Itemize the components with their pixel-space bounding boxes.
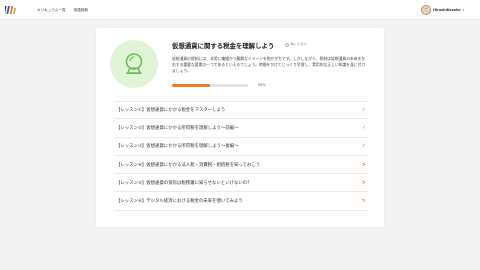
lesson-item-2[interactable]: 【レッスン②】仮想通貨にかかる所得税を理解しよう〜前編〜 ✓ [114,119,368,138]
lesson-list: 【レッスン①】仮想通貨にかかる税金をマスターしよう ✓ 【レッスン②】仮想通貨に… [114,101,368,211]
lesson-count-label: 6レッスン [290,42,308,46]
check-icon: ✓ [361,107,366,114]
course-description: 仮想通貨の税制には、非常に複雑かつ難解なイメージを抱かがちです。しかしながら、税… [172,56,366,73]
top-header: カリキュラム一覧 用語辞典 HiroshiKosaka ▾ [0,0,480,20]
chevron-down-icon: ▾ [462,8,464,12]
chevron-right-icon: > [361,179,366,186]
progress-bar [172,84,248,87]
lesson-item-4[interactable]: 【レッスン④】仮想通貨にかかる法人税・消費税・相続税を知っておこう > [114,156,368,175]
lesson-item-3[interactable]: 【レッスン③】仮想通貨にかかる所得税を理解しよう〜後編〜 ✓ [114,138,368,156]
check-icon: ✓ [361,124,366,131]
lesson-title: 【レッスン①】仮想通貨にかかる税金をマスターしよう [116,108,226,114]
brand-logo-icon[interactable] [5,5,18,15]
avatar [421,5,432,15]
progress-percent: 50% [258,83,266,87]
lesson-title: 【レッスン⑤】仮想通貨の保有は税務署に知らせないといけないの？ [116,180,252,186]
chevron-right-icon: > [361,161,366,168]
progress-fill [172,84,210,87]
user-menu[interactable]: HiroshiKosaka ▾ [421,3,464,17]
lesson-item-6[interactable]: 【レッスン⑥】デジタル経済における税金の未来を覗いてみよう > [114,192,368,211]
nav-curriculum-list[interactable]: カリキュラム一覧 [37,8,66,13]
lesson-title: 【レッスン②】仮想通貨にかかる所得税を理解しよう〜前編〜 [116,125,239,131]
nav-glossary[interactable]: 用語辞典 [74,8,88,13]
lesson-title: 【レッスン③】仮想通貨にかかる所得税を理解しよう〜後編〜 [116,144,239,150]
clock-icon [285,42,289,47]
lesson-item-5[interactable]: 【レッスン⑤】仮想通貨の保有は税務署に知らせないといけないの？ > [114,174,368,193]
avatar-face-icon [423,8,429,13]
course-icon-badge [110,40,158,88]
course-title: 仮想通貨に関する税金を理解しよう [172,42,275,50]
lesson-title: 【レッスン④】仮想通貨にかかる法人税・消費税・相続税を知っておこう [116,162,261,168]
course-card: 仮想通貨に関する税金を理解しよう 6レッスン 仮想通貨の税制には、非常に複雑かつ… [96,28,384,227]
chevron-right-icon: > [361,198,366,205]
crystal-ball-icon [125,53,143,75]
lesson-title: 【レッスン⑥】デジタル経済における税金の未来を覗いてみよう [116,199,243,205]
user-name: HiroshiKosaka [433,8,461,12]
main-nav: カリキュラム一覧 用語辞典 [37,0,88,20]
lesson-item-1[interactable]: 【レッスン①】仮想通貨にかかる税金をマスターしよう ✓ [114,101,368,120]
check-icon: ✓ [361,143,366,150]
lesson-count: 6レッスン [285,42,307,47]
